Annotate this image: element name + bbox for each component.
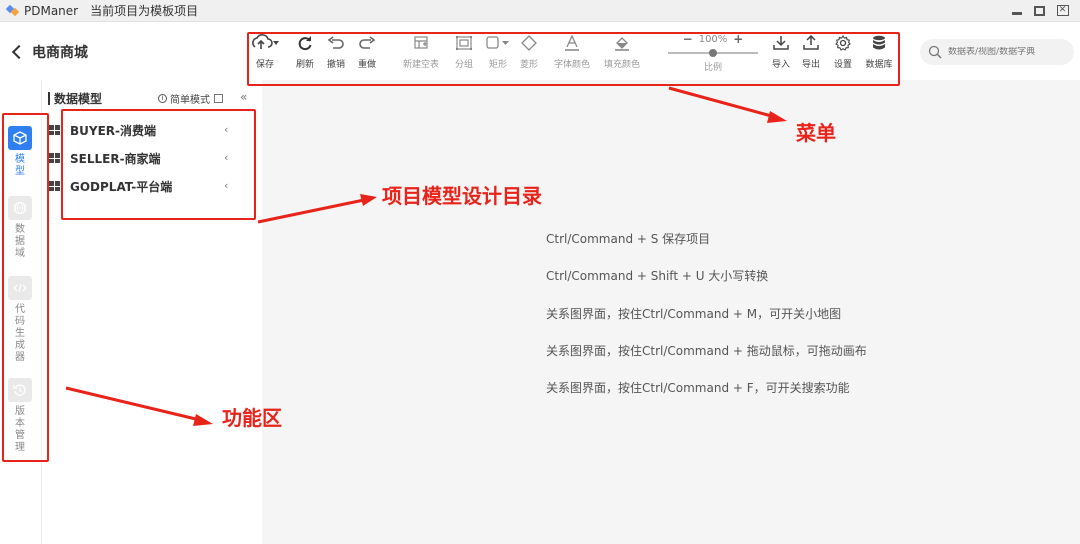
title-bar-mark: [48, 91, 50, 105]
annotation-menu: 菜单: [796, 121, 836, 145]
grid-icon: [48, 153, 60, 163]
close-button[interactable]: ✕: [1055, 3, 1070, 18]
back-button[interactable]: 电商商城: [11, 42, 88, 62]
annotation-func-area: 功能区: [222, 406, 282, 430]
search-icon: [928, 45, 942, 59]
maximize-icon: [1034, 5, 1045, 16]
annotation-box-func: [2, 113, 49, 462]
shortcut-hint: Ctrl/Command + Shift + U 大小写转换: [546, 269, 769, 283]
maximize-button[interactable]: [1032, 3, 1047, 18]
canvas-area[interactable]: Ctrl/Command + S 保存项目 Ctrl/Command + Shi…: [262, 80, 1080, 544]
search-input[interactable]: [948, 47, 1068, 57]
shortcut-hint: 关系图界面，按住Ctrl/Command + 拖动鼠标，可拖动画布: [546, 344, 867, 358]
simple-mode-toggle[interactable]: i 简单模式: [158, 91, 223, 106]
minimize-button[interactable]: [1009, 3, 1024, 18]
simple-mode-label: 简单模式: [170, 95, 210, 106]
project-name: 电商商城: [32, 45, 88, 61]
search-box: [920, 39, 1074, 65]
annotation-box-menu: [247, 32, 900, 86]
shortcut-hint: 关系图界面，按住Ctrl/Command + F，可开关搜索功能: [546, 381, 850, 395]
close-icon: ✕: [1056, 5, 1069, 16]
tree-header: 数据模型 i 简单模式 «: [48, 90, 258, 106]
simple-mode-checkbox[interactable]: [214, 94, 223, 103]
tree-title: 数据模型: [54, 91, 103, 106]
grid-icon: [48, 125, 60, 135]
window-controls: ✕: [1009, 3, 1070, 18]
collapse-sidebar-icon[interactable]: «: [240, 90, 247, 104]
chevron-left-icon: [11, 44, 27, 60]
title-bar: PDManer 当前项目为模板项目 ✕: [0, 0, 1080, 22]
grid-icon: [48, 181, 60, 191]
minimize-icon: [1011, 12, 1022, 15]
info-icon: i: [158, 94, 167, 103]
annotation-box-tree: [61, 109, 256, 220]
app-name: PDManer: [24, 3, 79, 18]
app-logo-icon: [6, 4, 20, 18]
annotation-tree-dir: 项目模型设计目录: [382, 184, 542, 208]
project-info: 当前项目为模板项目: [90, 4, 199, 18]
shortcut-hint: 关系图界面，按住Ctrl/Command + M，可开关小地图: [546, 307, 842, 321]
shortcut-hint: Ctrl/Command + S 保存项目: [546, 232, 711, 246]
